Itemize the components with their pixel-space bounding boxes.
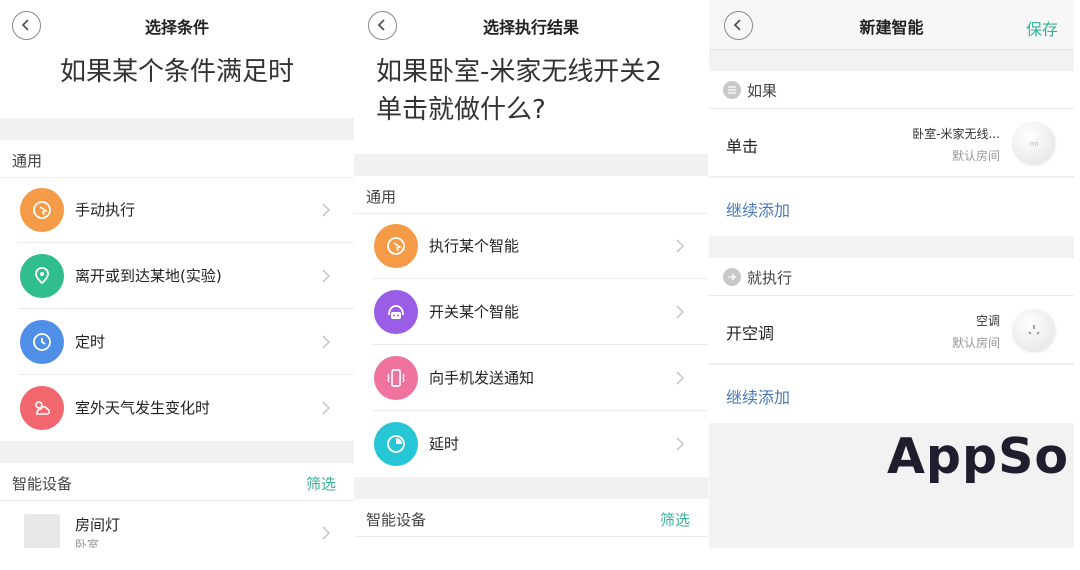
option-manual[interactable]: 手动执行 xyxy=(0,177,354,243)
divider xyxy=(0,441,354,463)
then-action-row[interactable]: 开空调 空调 默认房间 xyxy=(709,296,1074,364)
list-icon xyxy=(723,81,741,99)
save-button[interactable]: 保存 xyxy=(1026,16,1058,40)
then-section-header: 就执行 xyxy=(709,258,1074,296)
device-row[interactable]: 房间灯 卧室 xyxy=(0,500,354,548)
result-heading-line1: 如果卧室-米家无线开关2 xyxy=(376,57,662,87)
clock-icon xyxy=(20,320,64,364)
wireless-switch-icon: mi xyxy=(1013,122,1055,164)
if-section-header: 如果 xyxy=(709,71,1074,109)
svg-text:mi: mi xyxy=(1030,140,1039,148)
divider xyxy=(354,154,708,176)
chevron-right-icon xyxy=(676,437,684,451)
air-conditioner-plug-icon xyxy=(1013,309,1055,351)
chevron-right-icon xyxy=(676,239,684,253)
option-label: 手动执行 xyxy=(75,201,136,219)
if-condition-row[interactable]: 单击 卧室-米家无线... 默认房间 mi xyxy=(709,109,1074,177)
option-label: 离开或到达某地(实验) xyxy=(75,267,222,285)
select-condition-screen: 选择条件 如果某个条件满足时 通用 手动执行 离开或到达某地(实验) 定时 室外… xyxy=(0,0,354,548)
option-toggle-scene[interactable]: 开关某个智能 xyxy=(354,279,708,345)
nav-bar: 选择条件 xyxy=(0,0,354,50)
option-label: 开关某个智能 xyxy=(429,303,520,321)
result-heading-line2: 单击就做什么? xyxy=(376,95,546,125)
page-title: 选择执行结果 xyxy=(482,18,579,37)
appso-logo: AppSo xyxy=(887,428,1070,485)
general-section-label: 通用 xyxy=(366,188,397,206)
device-thumbnail xyxy=(24,514,60,548)
pointer-icon xyxy=(374,224,418,268)
chevron-right-icon xyxy=(322,203,330,217)
option-label: 向手机发送通知 xyxy=(429,369,535,387)
chevron-right-icon xyxy=(676,305,684,319)
add-condition-row[interactable]: 继续添加 xyxy=(709,178,1074,236)
option-weather[interactable]: 室外天气发生变化时 xyxy=(0,375,354,441)
option-location[interactable]: 离开或到达某地(实验) xyxy=(0,243,354,309)
option-timer[interactable]: 定时 xyxy=(0,309,354,375)
general-section-header: 通用 xyxy=(0,140,354,178)
action-device: 空调 xyxy=(975,314,1000,328)
add-condition-link[interactable]: 继续添加 xyxy=(726,197,790,221)
nav-bar: 选择执行结果 xyxy=(354,0,708,50)
general-section-header: 通用 xyxy=(354,176,708,214)
option-run-scene[interactable]: 执行某个智能 xyxy=(354,213,708,279)
result-heading: 如果卧室-米家无线开关2 单击就做什么? xyxy=(376,53,694,129)
new-scene-screen: 新建智能 保存 如果 单击 卧室-米家无线... 默认房间 mi 继续添加 就执… xyxy=(709,0,1074,548)
chevron-right-icon xyxy=(676,371,684,385)
option-label: 执行某个智能 xyxy=(429,237,520,255)
filter-button[interactable]: 筛选 xyxy=(660,509,690,530)
chevron-right-icon xyxy=(322,401,330,415)
option-delay[interactable]: 延时 xyxy=(354,411,708,477)
option-label: 定时 xyxy=(75,333,106,351)
devices-section-label: 智能设备 xyxy=(366,511,427,529)
nav-bar: 新建智能 保存 xyxy=(709,0,1074,50)
condition-device: 卧室-米家无线... xyxy=(912,127,1000,141)
phone-vibrate-icon xyxy=(374,356,418,400)
condition-room: 默认房间 xyxy=(951,149,1000,163)
timer-icon xyxy=(374,422,418,466)
divider xyxy=(0,118,354,140)
option-label: 延时 xyxy=(429,435,460,453)
arrow-right-icon xyxy=(723,268,741,286)
chevron-right-icon xyxy=(322,335,330,349)
option-label: 室外天气发生变化时 xyxy=(75,399,211,417)
devices-section-label: 智能设备 xyxy=(12,475,73,493)
divider xyxy=(354,477,708,499)
condition-action: 单击 xyxy=(726,137,759,156)
filter-button[interactable]: 筛选 xyxy=(306,473,336,494)
general-section-label: 通用 xyxy=(12,152,43,170)
page-title: 新建智能 xyxy=(859,18,924,37)
then-section-label: 就执行 xyxy=(747,269,793,287)
action-label: 开空调 xyxy=(726,324,775,343)
chevron-right-icon xyxy=(322,269,330,283)
chevron-right-icon xyxy=(322,526,330,540)
option-notify-phone[interactable]: 向手机发送通知 xyxy=(354,345,708,411)
robot-icon xyxy=(374,290,418,334)
location-icon xyxy=(20,254,64,298)
condition-heading: 如果某个条件满足时 xyxy=(59,57,294,87)
add-action-link[interactable]: 继续添加 xyxy=(726,384,790,408)
weather-icon xyxy=(20,386,64,430)
device-room: 卧室 xyxy=(75,538,100,548)
device-name: 房间灯 xyxy=(75,516,121,534)
page-title: 选择条件 xyxy=(144,18,209,37)
if-section-label: 如果 xyxy=(747,82,778,100)
pointer-icon xyxy=(20,188,64,232)
devices-section-header: 智能设备 筛选 xyxy=(354,499,708,537)
select-result-screen: 选择执行结果 如果卧室-米家无线开关2 单击就做什么? 通用 执行某个智能 开关… xyxy=(354,0,708,548)
action-room: 默认房间 xyxy=(951,336,1000,350)
add-action-row[interactable]: 继续添加 xyxy=(709,365,1074,423)
devices-section-header: 智能设备 筛选 xyxy=(0,463,354,501)
